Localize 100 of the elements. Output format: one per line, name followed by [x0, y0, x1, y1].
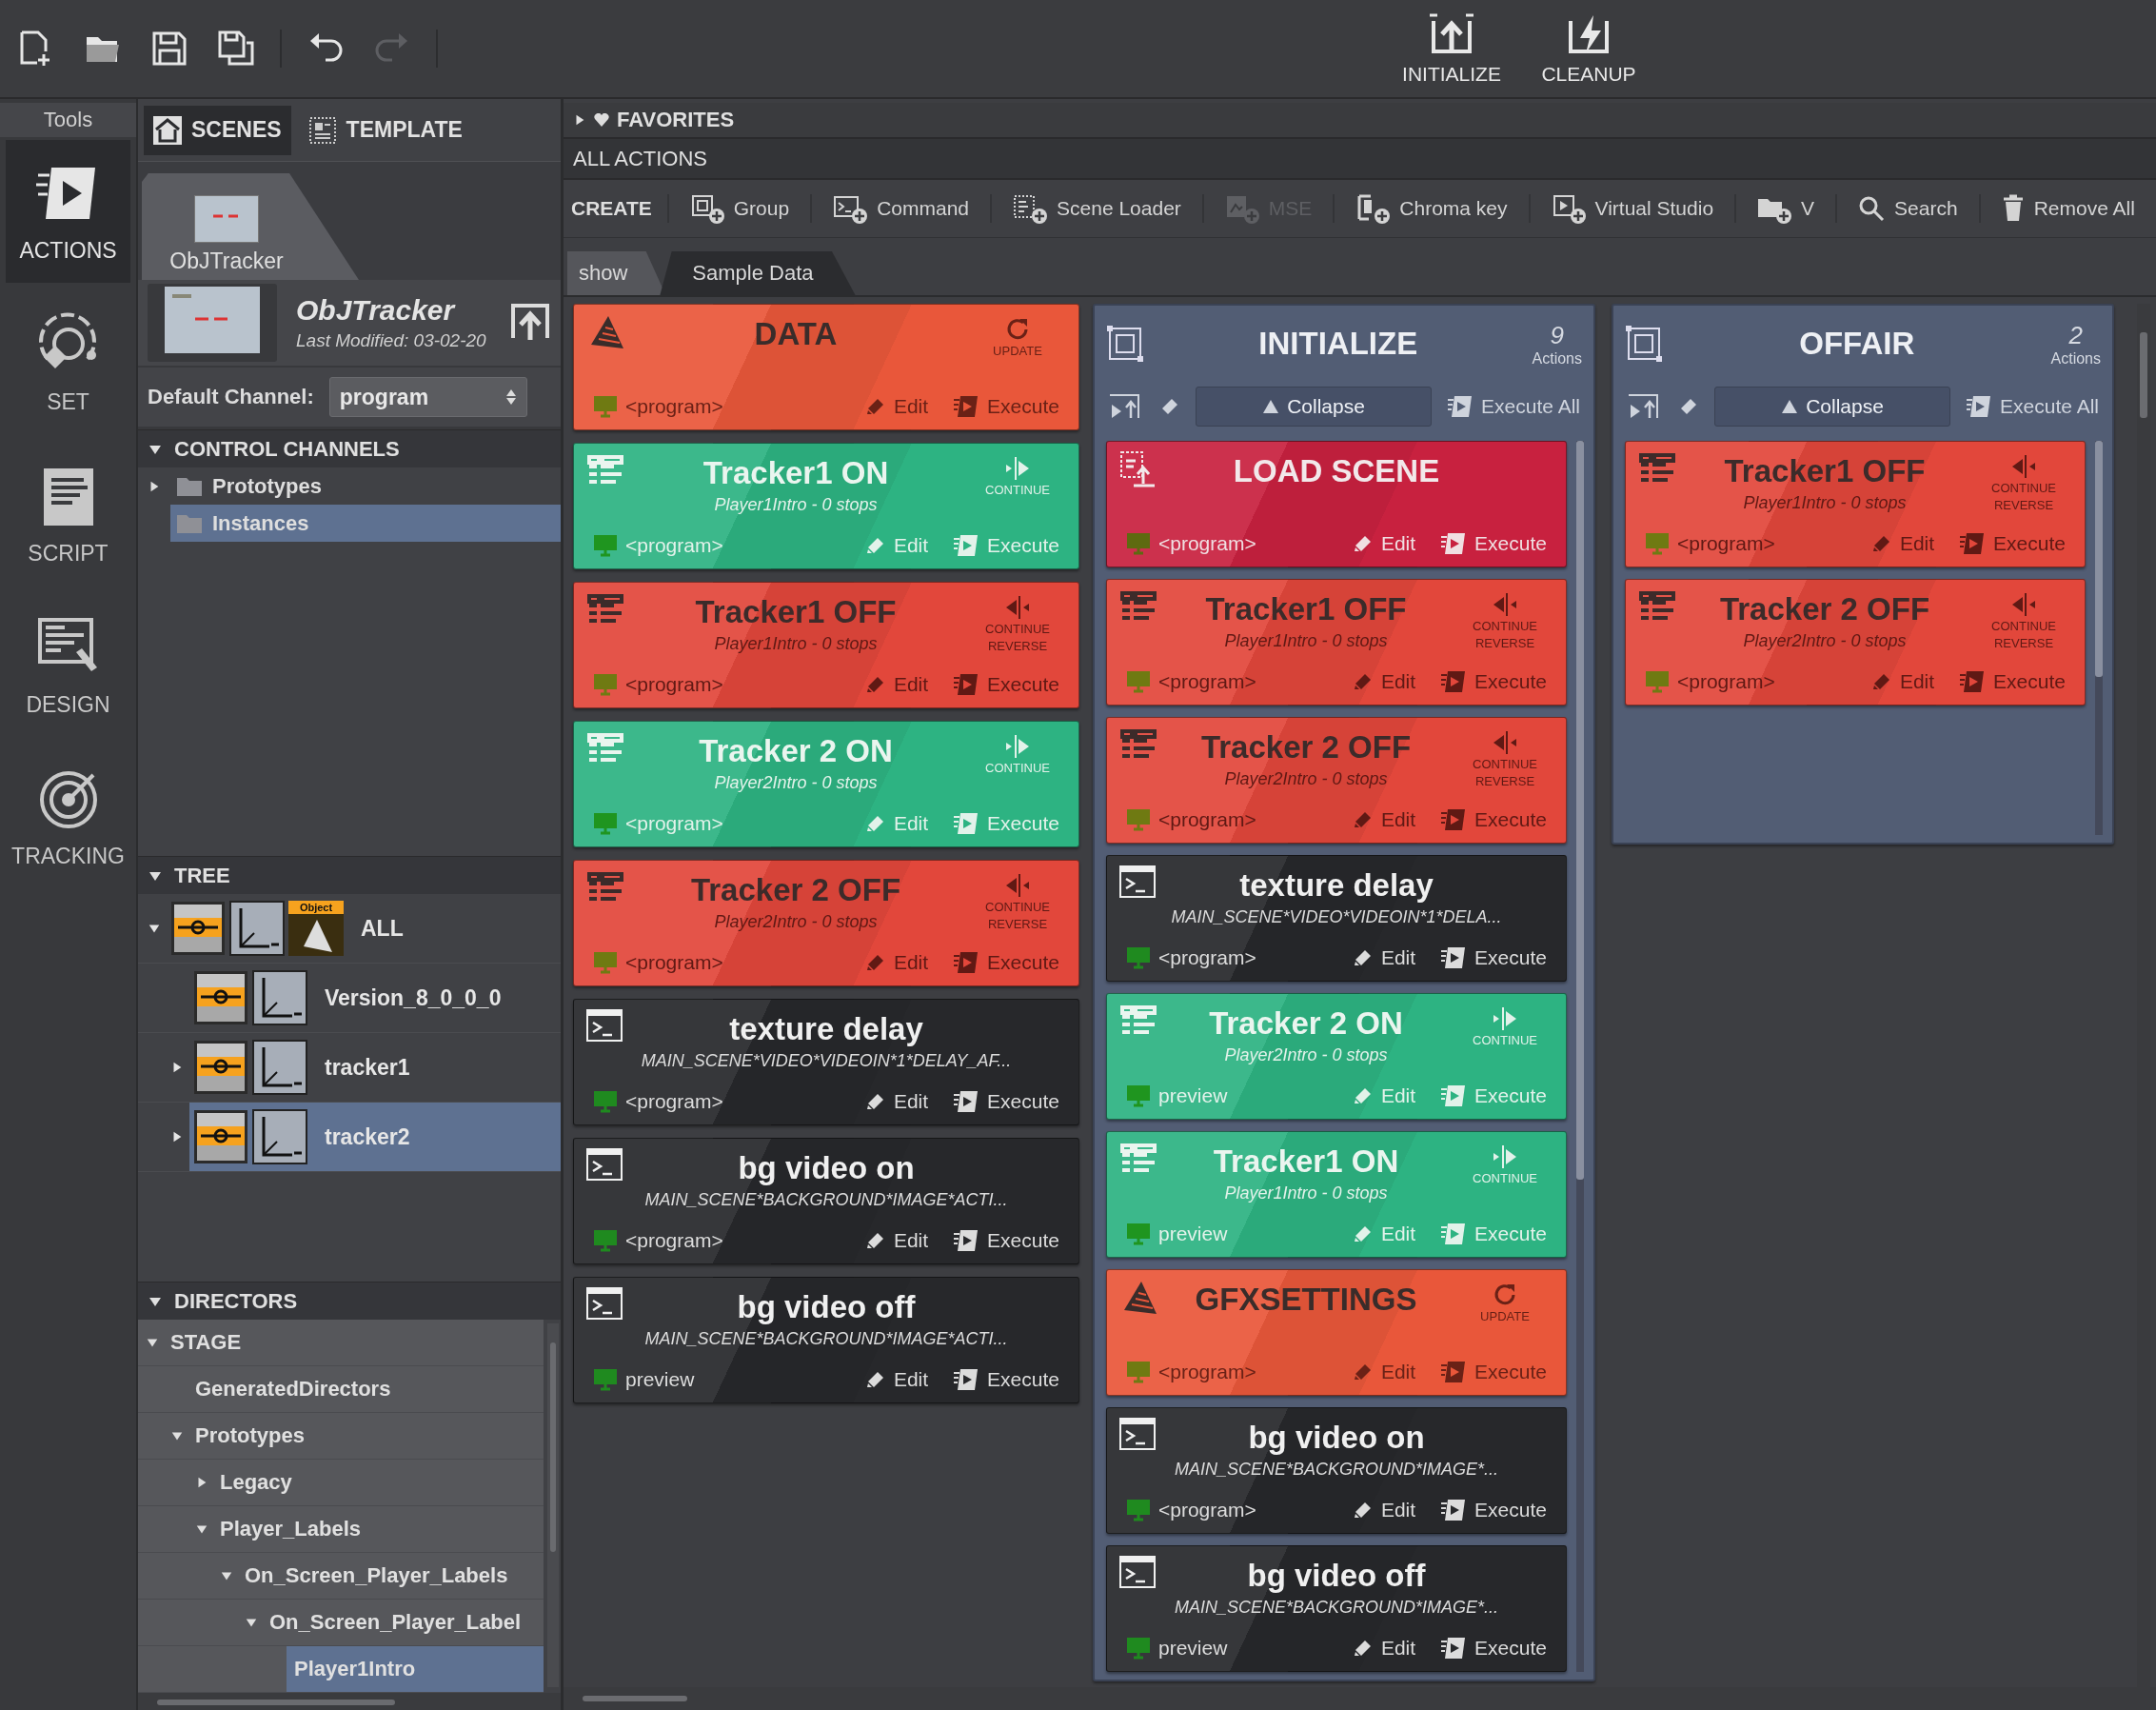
continue-reverse-button[interactable]: CONTINUE REVERSE: [1974, 449, 2073, 514]
action-card[interactable]: LOAD SCENE <program> Edit Execute: [1106, 441, 1567, 567]
continue-reverse-button[interactable]: CONTINUE REVERSE: [968, 868, 1067, 933]
tool-tab[interactable]: ACTIONS: [6, 140, 130, 283]
tree-item[interactable]: tracker1: [189, 1033, 561, 1102]
edit-button[interactable]: Edit: [864, 673, 929, 696]
edit-button[interactable]: Edit: [1352, 808, 1416, 831]
execute-button[interactable]: Execute: [1440, 1635, 1547, 1661]
action-card[interactable]: Tracker1 OFF Player1Intro - 0 stops CONTINUE REVERSE <program> Edit Execute: [1106, 579, 1567, 706]
continue-reverse-button[interactable]: CONTINUE REVERSE: [968, 590, 1067, 655]
edit-button[interactable]: Edit: [864, 1229, 929, 1252]
scrollbar[interactable]: [1576, 441, 1584, 1672]
virtual-studio-button[interactable]: Virtual Studio: [1545, 189, 1720, 228]
action-card[interactable]: GFXSETTINGS UPDATE <program> Edit Execute: [1106, 1269, 1567, 1396]
edit-button[interactable]: Edit: [1352, 946, 1416, 969]
remove-button[interactable]: Remove All: [1995, 190, 2141, 227]
initialize-button[interactable]: INITIALIZE: [1390, 8, 1513, 89]
continue-button[interactable]: CONTINUE: [1455, 1140, 1554, 1187]
update-button[interactable]: UPDATE: [1455, 1278, 1554, 1325]
scrollbar[interactable]: [2137, 304, 2150, 1687]
action-card[interactable]: texture delay MAIN_SCENE*VIDEO*VIDEOIN*1*DELAY_AF... <program> Edit Execute: [573, 999, 1079, 1125]
execute-all-button[interactable]: Execute All: [1443, 389, 1584, 424]
channel-button[interactable]: <program>: [593, 673, 841, 696]
edit-button[interactable]: Edit: [1352, 1084, 1416, 1107]
action-card[interactable]: Tracker1 ON Player1Intro - 0 stops CONTINUE <program> Edit Execute: [573, 443, 1079, 569]
edit-button[interactable]: Edit: [864, 951, 929, 974]
edit-button[interactable]: Edit: [1352, 1637, 1416, 1660]
continue-reverse-button[interactable]: CONTINUE REVERSE: [1455, 587, 1554, 652]
execute-button[interactable]: Execute: [1440, 1497, 1547, 1523]
edit-button[interactable]: Edit: [864, 395, 929, 418]
execute-button[interactable]: Execute: [953, 532, 1059, 559]
tree-item[interactable]: Prototypes: [170, 467, 561, 505]
action-card[interactable]: Tracker 2 ON Player2Intro - 0 stops CONTINUE <program> Edit Execute: [573, 721, 1079, 847]
action-card[interactable]: Tracker 2 OFF Player2Intro - 0 stops CONTINUE REVERSE <program> Edit Execute: [1625, 579, 2086, 706]
continue-reverse-button[interactable]: CONTINUE REVERSE: [1974, 587, 2073, 652]
tree-item[interactable]: tracker2: [189, 1103, 561, 1171]
channel-button[interactable]: <program>: [593, 951, 841, 974]
edit-button[interactable]: Edit: [1352, 532, 1416, 555]
channel-button[interactable]: preview: [1126, 1637, 1328, 1660]
action-card[interactable]: bg video on MAIN_SCENE*BACKGROUND*IMAGE*ACTI... <program> Edit Execute: [573, 1138, 1079, 1264]
group-button[interactable]: Group: [683, 189, 796, 228]
execute-button[interactable]: Execute: [953, 1088, 1059, 1115]
scene-tab[interactable]: ObJTracker: [142, 173, 359, 280]
channel-button[interactable]: <program>: [1126, 1361, 1328, 1383]
continue-button[interactable]: CONTINUE: [968, 729, 1067, 777]
action-card[interactable]: bg video on MAIN_SCENE*BACKGROUND*IMAGE*... <program> Edit Execute: [1106, 1407, 1567, 1534]
action-card[interactable]: bg video off MAIN_SCENE*BACKGROUND*IMAGE*ACTI... preview Edit Execute: [573, 1277, 1079, 1403]
collapse-button[interactable]: Collapse: [1196, 387, 1433, 427]
execute-button[interactable]: Execute: [953, 810, 1059, 837]
execute-button[interactable]: Execute: [1440, 806, 1547, 833]
edit-button[interactable]: Edit: [864, 1090, 929, 1113]
continue-button[interactable]: CONTINUE: [968, 451, 1067, 499]
execute-button[interactable]: Execute: [1440, 1221, 1547, 1247]
collapse-button[interactable]: Collapse: [1714, 387, 1951, 427]
cleanup-button[interactable]: CLEANUP: [1527, 8, 1651, 89]
tool-tab[interactable]: DESIGN: [6, 594, 130, 737]
channel-button[interactable]: <program>: [1645, 670, 1847, 693]
scrollbar[interactable]: [564, 1687, 2156, 1710]
channel-button[interactable]: <program>: [1126, 1499, 1328, 1521]
execute-button[interactable]: Execute: [953, 949, 1059, 976]
continue-reverse-button[interactable]: CONTINUE REVERSE: [1455, 726, 1554, 790]
action-card[interactable]: Tracker1 ON Player1Intro - 0 stops CONTINUE preview Edit Execute: [1106, 1131, 1567, 1258]
edit-button[interactable]: Edit: [1870, 670, 1935, 693]
execute-button[interactable]: Execute: [1440, 1359, 1547, 1385]
channel-button[interactable]: <program>: [1645, 532, 1847, 555]
tool-tab[interactable]: SET: [6, 291, 130, 434]
scrollbar[interactable]: [2095, 441, 2103, 835]
execute-button[interactable]: Execute: [953, 1227, 1059, 1254]
edit-button[interactable]: Edit: [864, 534, 929, 557]
edit-button[interactable]: Edit: [1352, 1223, 1416, 1245]
channel-button[interactable]: <program>: [593, 1090, 841, 1113]
folder-button[interactable]: V: [1751, 189, 1821, 228]
tree-item[interactable]: Object ALL: [167, 894, 561, 963]
execute-button[interactable]: Execute: [953, 393, 1059, 420]
scrollbar[interactable]: [547, 1323, 559, 1687]
command-button[interactable]: Command: [827, 189, 976, 228]
continue-button[interactable]: CONTINUE: [1455, 1002, 1554, 1049]
execute-button[interactable]: Execute: [1440, 1083, 1547, 1109]
tree-item[interactable]: Instances: [170, 505, 561, 542]
execute-button[interactable]: Execute: [1959, 530, 2066, 557]
action-card[interactable]: Tracker 2 ON Player2Intro - 0 stops CONTINUE preview Edit Execute: [1106, 993, 1567, 1120]
execute-button[interactable]: Execute: [953, 671, 1059, 698]
tree-item[interactable]: Player1Intro: [287, 1646, 544, 1692]
section-header[interactable]: FAVORITES: [617, 108, 735, 132]
tool-tab[interactable]: TRACKING: [6, 746, 130, 888]
edit-button[interactable]: Edit: [1352, 670, 1416, 693]
chroma-button[interactable]: Chroma key: [1350, 189, 1513, 228]
execute-button[interactable]: Execute: [1440, 944, 1547, 971]
section-header[interactable]: DIRECTORS: [174, 1288, 298, 1314]
execute-button[interactable]: Execute: [1440, 668, 1547, 695]
action-card[interactable]: Tracker 2 OFF Player2Intro - 0 stops CONTINUE REVERSE <program> Edit Execute: [573, 860, 1079, 986]
execute-button[interactable]: Execute: [1440, 530, 1547, 557]
channel-button[interactable]: <program>: [1126, 946, 1328, 969]
edit-button[interactable]: Edit: [864, 1368, 929, 1391]
edit-button[interactable]: Edit: [1352, 1361, 1416, 1383]
channel-button[interactable]: preview: [593, 1368, 841, 1391]
action-card[interactable]: Tracker1 OFF Player1Intro - 0 stops CONTINUE REVERSE <program> Edit Execute: [1625, 441, 2086, 567]
edit-button[interactable]: Edit: [864, 812, 929, 835]
search-button[interactable]: Search: [1852, 191, 1964, 226]
channel-button[interactable]: <program>: [1126, 532, 1328, 555]
